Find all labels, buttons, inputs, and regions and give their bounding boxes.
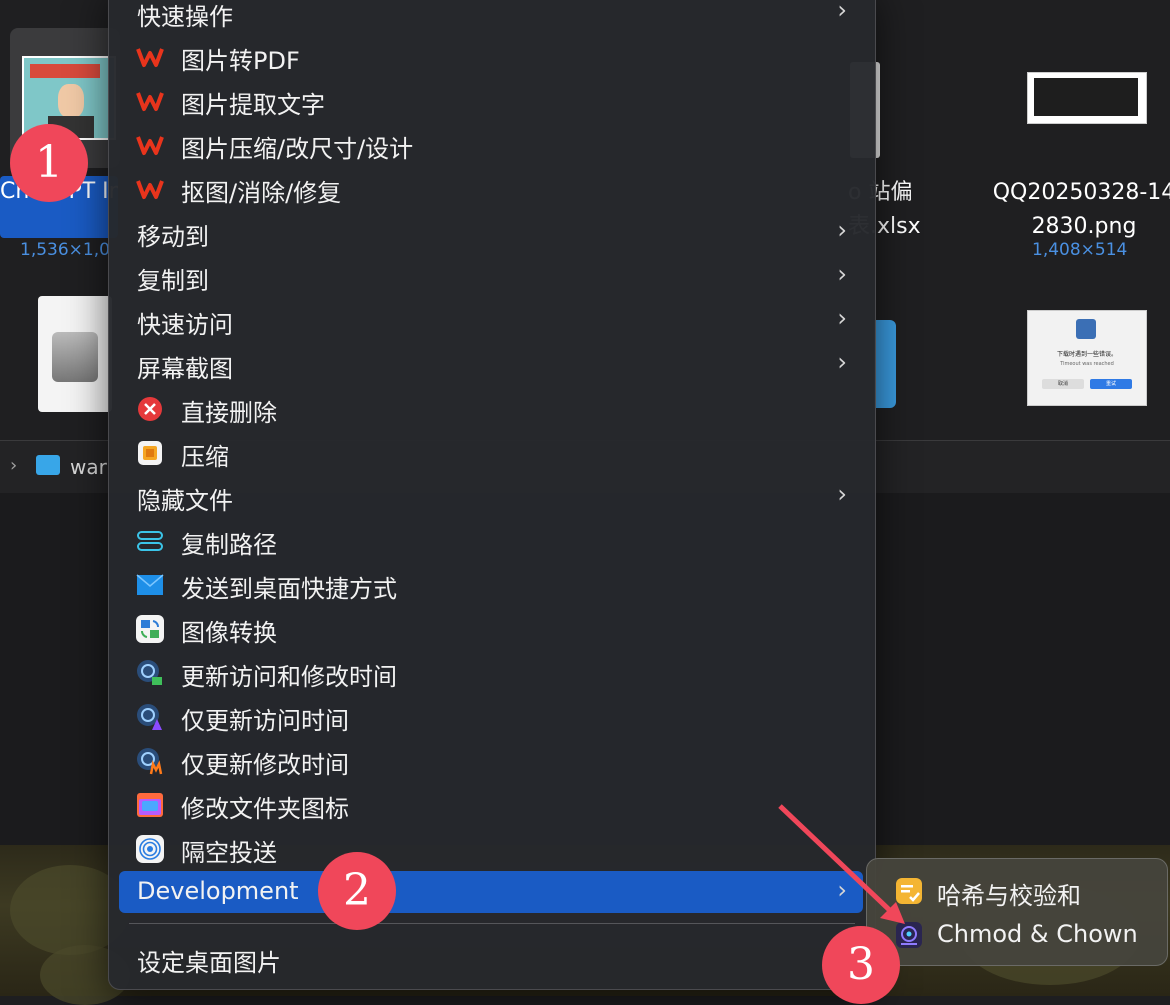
step-marker-1: 1 <box>10 124 88 202</box>
annotation-arrow <box>778 804 905 924</box>
step-marker-2: 2 <box>318 852 396 930</box>
step-marker-3: 3 <box>822 926 900 1004</box>
